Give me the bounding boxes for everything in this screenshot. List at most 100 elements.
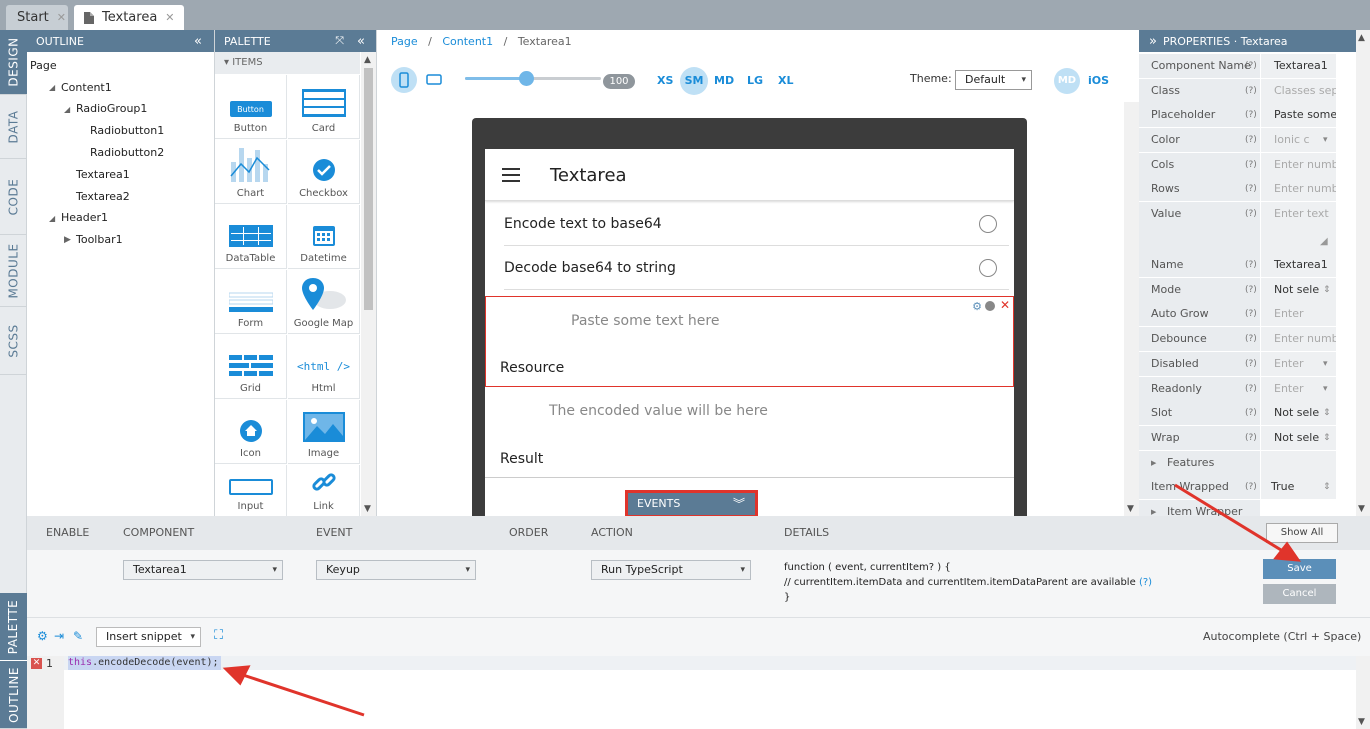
- breadcrumb-content1[interactable]: Content1: [442, 35, 493, 48]
- help-icon[interactable]: (?): [1245, 475, 1257, 499]
- help-icon[interactable]: (?): [1245, 327, 1257, 351]
- palette-scrollbar[interactable]: ▲ ▼: [361, 52, 376, 516]
- prop-row-disabled[interactable]: Disabled (?) Enter ▾: [1139, 352, 1356, 377]
- palette-item-icon[interactable]: Icon: [215, 400, 287, 464]
- help-icon[interactable]: (?): [1245, 302, 1257, 326]
- palette-item-checkbox[interactable]: Checkbox: [288, 140, 360, 204]
- tab-data[interactable]: DATA: [0, 95, 27, 159]
- scroll-down-icon[interactable]: ▼: [1358, 717, 1365, 727]
- indent-icon[interactable]: ⇥: [54, 629, 64, 643]
- palette-item-input[interactable]: Input: [215, 465, 287, 516]
- help-icon[interactable]: (?): [1245, 202, 1257, 226]
- show-all-button[interactable]: Show All: [1266, 523, 1338, 543]
- prop-row-cols[interactable]: Cols (?) Enter numb: [1139, 153, 1356, 178]
- properties-scrollbar[interactable]: ▲ ▼: [1356, 30, 1370, 516]
- prop-row-slot[interactable]: Slot (?) Not sele ⇕: [1139, 401, 1356, 426]
- gear-icon[interactable]: ⚙: [37, 629, 48, 643]
- help-icon[interactable]: (?): [1245, 54, 1257, 78]
- size-xs[interactable]: XS: [657, 74, 673, 87]
- help-icon[interactable]: (?): [1245, 377, 1257, 401]
- select-arrow-icon[interactable]: ⇕: [1323, 475, 1331, 499]
- palette-item-image[interactable]: Image: [288, 400, 360, 464]
- scrollbar-thumb[interactable]: [364, 68, 373, 310]
- palette-item-card[interactable]: Card: [288, 75, 360, 139]
- palette-item-form[interactable]: Form: [215, 270, 287, 334]
- tab-code[interactable]: CODE: [0, 159, 27, 235]
- tree-item-radiobutton1[interactable]: Radiobutton1: [90, 124, 164, 137]
- component-select[interactable]: Textarea1 ▾: [123, 560, 283, 580]
- close-icon[interactable]: ✕: [57, 11, 66, 24]
- radio-item-decode[interactable]: Decode base64 to string: [504, 246, 1009, 290]
- help-icon[interactable]: (?): [1245, 401, 1257, 425]
- size-lg[interactable]: LG: [747, 74, 763, 87]
- prop-row-rows[interactable]: Rows (?) Enter numb: [1139, 177, 1356, 202]
- tree-item-content1[interactable]: Content1: [61, 81, 112, 94]
- tab-palette-bottom[interactable]: PALETTE: [0, 593, 27, 661]
- scroll-down-icon[interactable]: ▼: [364, 504, 371, 514]
- theme-select[interactable]: Default ▾: [955, 70, 1032, 90]
- prop-row-component-name[interactable]: Component Name (?) Textarea1: [1139, 54, 1356, 79]
- caret-down-icon[interactable]: ◢: [49, 214, 55, 223]
- minus-circle-icon[interactable]: [985, 301, 995, 311]
- palette-item-grid[interactable]: Grid: [215, 335, 287, 399]
- tree-item-radiobutton2[interactable]: Radiobutton2: [90, 146, 164, 159]
- help-icon[interactable]: (?): [1245, 426, 1257, 450]
- prop-row-placeholder[interactable]: Placeholder (?) Paste some: [1139, 103, 1356, 128]
- insert-snippet-select[interactable]: Insert snippet ▾: [96, 627, 201, 647]
- error-icon[interactable]: ✕: [31, 658, 42, 669]
- palette-item-datetime[interactable]: Datetime: [288, 205, 360, 269]
- select-arrow-icon[interactable]: ⇕: [1323, 278, 1331, 302]
- help-icon[interactable]: (?): [1245, 153, 1257, 177]
- textarea2-placeholder[interactable]: The encoded value will be here: [549, 403, 768, 419]
- events-toggle-button[interactable]: EVENTS ︾: [625, 490, 758, 516]
- expand-icon[interactable]: »: [1149, 34, 1157, 49]
- prop-value[interactable]: Paste some: [1261, 103, 1336, 127]
- prop-row-class[interactable]: Class (?) Classes sep: [1139, 79, 1356, 104]
- radio-circle[interactable]: [979, 259, 997, 277]
- prop-row-item-wrapped[interactable]: Item Wrapped (?) True ⇕: [1139, 475, 1356, 500]
- prop-value[interactable]: Enter numb: [1261, 153, 1336, 177]
- scroll-down-icon[interactable]: ▼: [1127, 504, 1134, 514]
- select-arrow-icon[interactable]: ⇕: [1323, 401, 1331, 425]
- select-arrow-icon[interactable]: ⇕: [1323, 426, 1331, 450]
- resize-grip-icon[interactable]: ◢: [1320, 236, 1328, 247]
- scroll-down-icon[interactable]: ▼: [1358, 504, 1365, 514]
- tree-item-textarea2[interactable]: Textarea2: [76, 190, 130, 203]
- gear-icon[interactable]: ⚙: [972, 300, 982, 313]
- help-icon[interactable]: (?): [1245, 352, 1257, 376]
- textarea1-placeholder[interactable]: Paste some text here: [571, 313, 719, 329]
- breadcrumb-page[interactable]: Page: [391, 35, 418, 48]
- prop-row-mode[interactable]: Mode (?) Not sele ⇕: [1139, 278, 1356, 303]
- tab-scss[interactable]: SCSS: [0, 307, 27, 375]
- fullscreen-icon[interactable]: ⛶: [214, 628, 223, 643]
- palette-item-link[interactable]: Link: [288, 465, 360, 516]
- prop-row-color[interactable]: Color (?) Ionic c ▾: [1139, 128, 1356, 153]
- help-icon[interactable]: (?): [1245, 103, 1257, 127]
- help-icon[interactable]: (?): [1245, 278, 1257, 302]
- tree-item-toolbar1[interactable]: Toolbar1: [76, 233, 123, 246]
- prop-value[interactable]: Classes sep: [1261, 79, 1336, 103]
- portrait-toggle[interactable]: [391, 67, 417, 93]
- prop-value[interactable]: Textarea1: [1261, 253, 1336, 277]
- mode-md-button[interactable]: MD: [1054, 68, 1080, 94]
- prop-row-wrap[interactable]: Wrap (?) Not sele ⇕: [1139, 426, 1356, 451]
- tree-item-textarea1[interactable]: Textarea1: [76, 168, 130, 181]
- size-md[interactable]: MD: [714, 74, 734, 87]
- phone-landscape-icon[interactable]: [426, 74, 442, 85]
- tab-outline-bottom[interactable]: OUTLINE: [0, 661, 27, 729]
- collapse-icon[interactable]: «: [194, 34, 202, 49]
- caret-down-icon[interactable]: ◢: [49, 83, 55, 92]
- menu-icon[interactable]: [502, 168, 520, 182]
- mode-ios-button[interactable]: iOS: [1088, 74, 1109, 87]
- canvas-scrollbar[interactable]: ▼: [1124, 102, 1139, 516]
- textarea1-selected[interactable]: Paste some text here Resource ⚙ ✕: [485, 296, 1014, 387]
- scroll-up-icon[interactable]: ▲: [364, 55, 371, 65]
- close-icon[interactable]: ✕: [1000, 298, 1010, 312]
- tree-item-page[interactable]: Page: [30, 59, 57, 72]
- caret-right-icon[interactable]: ▶: [1151, 451, 1156, 475]
- help-icon[interactable]: (?): [1245, 253, 1257, 277]
- tree-item-header1[interactable]: Header1: [61, 211, 108, 224]
- help-icon[interactable]: (?): [1245, 128, 1257, 152]
- event-select[interactable]: Keyup ▾: [316, 560, 476, 580]
- zoom-slider-handle[interactable]: [519, 71, 535, 86]
